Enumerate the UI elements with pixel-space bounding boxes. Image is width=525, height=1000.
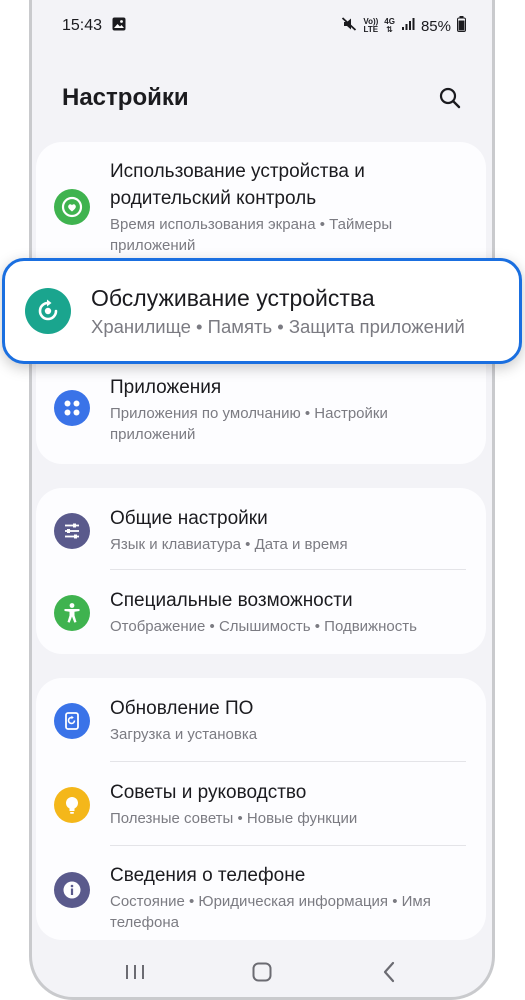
settings-item-digital-wellbeing[interactable]: Использование устройства и родительский … — [36, 142, 486, 262]
search-button[interactable] — [434, 82, 466, 114]
item-subtitle: Язык и клавиатура • Дата и время — [110, 536, 348, 553]
home-button[interactable] — [242, 952, 282, 992]
signal-icon — [401, 17, 415, 35]
battery-percent: 85% — [420, 17, 451, 35]
icon-container — [54, 787, 90, 823]
back-icon — [383, 961, 394, 983]
icon-container — [54, 390, 90, 426]
item-title: Использование устройства и родительский … — [110, 161, 365, 209]
status-bar: 15:43 Vo)) LTE 4G ⇅ 85% — [32, 0, 492, 52]
item-title: Советы и руководство — [110, 782, 307, 803]
recents-icon — [126, 965, 145, 979]
status-time: 15:43 — [62, 17, 103, 34]
item-subtitle: Полезные советы • Новые функции — [110, 810, 358, 827]
item-subtitle: Время использования экрана • Таймеры при… — [110, 216, 393, 254]
apps-grid-icon — [54, 390, 90, 426]
accessibility-icon — [54, 595, 90, 631]
lightbulb-icon — [54, 787, 90, 823]
mute-icon — [341, 16, 357, 36]
search-icon — [439, 87, 461, 109]
item-title: Специальные возможности — [110, 590, 353, 611]
sliders-icon — [54, 513, 90, 549]
item-title: Общие настройки — [110, 508, 268, 529]
settings-item-software-update[interactable]: Обновление ПО Загрузка и установка — [36, 678, 486, 762]
item-subtitle: Загрузка и установка — [110, 726, 258, 743]
info-icon — [54, 872, 90, 908]
item-subtitle: Отображение • Слышимость • Подвижность — [110, 618, 417, 635]
update-icon — [54, 703, 90, 739]
settings-item-accessibility[interactable]: Специальные возможности Отображение • Сл… — [36, 570, 486, 654]
icon-container — [54, 703, 90, 739]
icon-container — [54, 513, 90, 549]
item-title: Сведения о телефоне — [110, 865, 306, 886]
settings-item-general[interactable]: Общие настройки Язык и клавиатура • Дата… — [36, 488, 486, 570]
battery-icon — [457, 16, 466, 36]
icon-container — [54, 595, 90, 631]
volte-bottom-label: LTE — [363, 25, 379, 34]
recents-button[interactable] — [115, 952, 155, 992]
settings-item-tips[interactable]: Советы и руководство Полезные советы • Н… — [36, 762, 486, 846]
back-button[interactable] — [369, 952, 409, 992]
item-title: Обновление ПО — [110, 698, 254, 719]
data-arrows: ⇅ — [386, 25, 393, 34]
heart-shield-icon — [54, 189, 90, 225]
page-title: Настройки — [62, 84, 189, 111]
icon-container — [54, 189, 90, 225]
navigation-bar — [32, 944, 492, 997]
icon-container — [54, 872, 90, 908]
highlighted-item-device-care[interactable]: Обслуживание устройства Хранилище • Памя… — [2, 258, 522, 364]
settings-item-about-phone[interactable]: Сведения о телефоне Состояние • Юридичес… — [36, 846, 486, 940]
device-care-icon — [25, 288, 71, 334]
item-subtitle: Состояние • Юридическая информация • Имя… — [110, 893, 431, 931]
settings-item-apps[interactable]: Приложения Приложения по умолчанию • Нас… — [36, 374, 486, 464]
item-subtitle: Приложения по умолчанию • Настройки прил… — [110, 405, 388, 443]
network-type-icon: 4G ⇅ — [384, 18, 395, 34]
phone-screen: 15:43 Vo)) LTE 4G ⇅ 85% Настройки Исполь… — [29, 0, 495, 1000]
settings-group-2: Общие настройки Язык и клавиатура • Дата… — [36, 488, 486, 654]
icon-container — [25, 288, 71, 334]
home-icon — [252, 962, 272, 982]
item-title: Обслуживание устройства — [91, 285, 375, 311]
item-title: Приложения — [110, 377, 222, 398]
gallery-icon — [112, 17, 126, 36]
header: Настройки — [32, 72, 492, 124]
volte-icon: Vo)) LTE — [363, 18, 378, 34]
item-subtitle: Хранилище • Память • Защита приложений — [91, 316, 465, 337]
settings-group-3: Обновление ПО Загрузка и установка Совет… — [36, 678, 486, 940]
